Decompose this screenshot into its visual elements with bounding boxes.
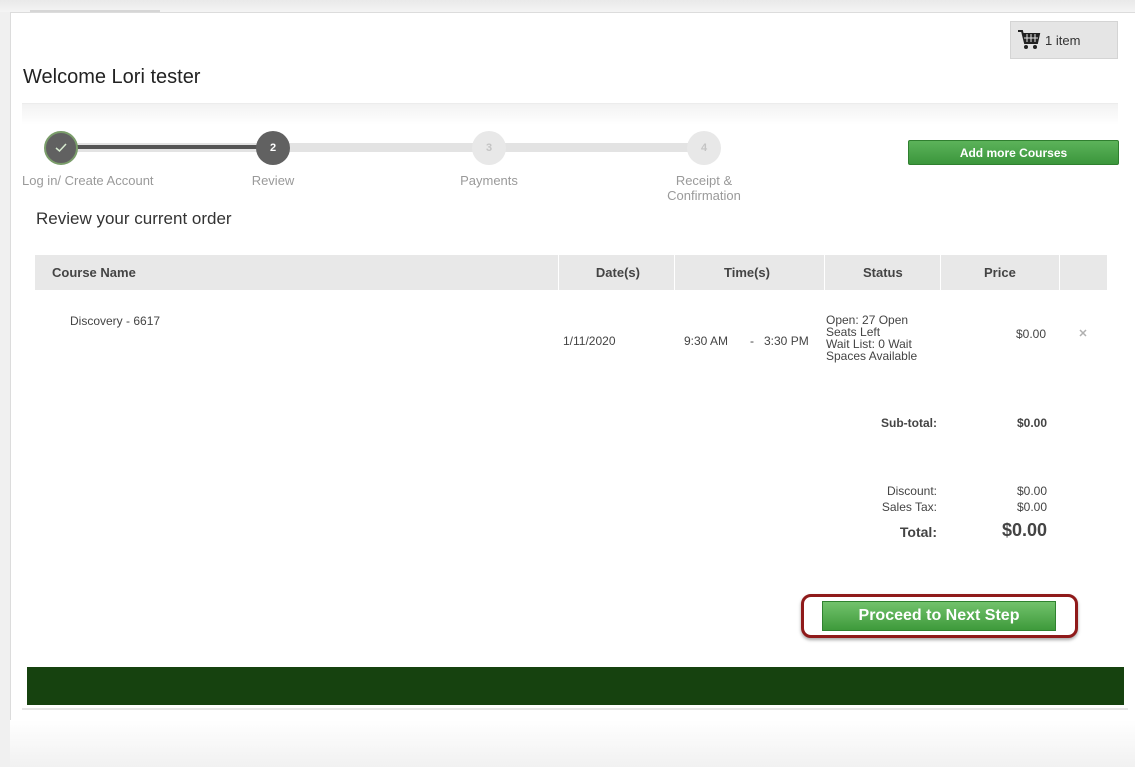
step-4-number: 4: [700, 142, 708, 154]
step-4-indicator: 4: [687, 131, 721, 165]
time-separator: -: [750, 334, 754, 348]
step-3-label: Payments: [460, 173, 518, 188]
remove-item-icon[interactable]: [1077, 327, 1089, 339]
header-times: Time(s): [724, 265, 770, 280]
welcome-message: Welcome Lori tester: [23, 66, 201, 88]
step-2-number: 2: [269, 142, 277, 154]
step-3-indicator: 3: [472, 131, 506, 165]
step-1-label: Log in/ Create Account: [22, 173, 154, 188]
browser-top-strip: [0, 0, 1135, 12]
course-name-cell: Discovery - 6617: [70, 314, 161, 328]
step-4-label: Receipt & Confirmation: [644, 173, 764, 203]
step-2-indicator: 2: [256, 131, 290, 165]
review-order-heading: Review your current order: [36, 209, 232, 228]
step-1-indicator: [44, 131, 78, 165]
header-status: Status: [863, 265, 903, 280]
stepper-progress-bar: [62, 145, 274, 149]
column-separator: [824, 255, 825, 290]
header-price: Price: [984, 265, 1016, 280]
column-separator: [558, 255, 559, 290]
step-2-label: Review: [251, 173, 295, 188]
add-more-courses-button[interactable]: Add more Courses: [908, 140, 1119, 165]
cart-button[interactable]: 1 item: [1010, 21, 1118, 59]
proceed-to-next-step-button[interactable]: Proceed to Next Step: [822, 601, 1056, 631]
status-cell: Open: 27 Open Seats Left Wait List: 0 Wa…: [826, 314, 936, 362]
header-band: [22, 103, 1118, 125]
sales-tax-label: Sales Tax:: [881, 500, 937, 514]
step-4-label-line1: Receipt &: [675, 173, 733, 188]
header-dates: Date(s): [595, 265, 640, 280]
cart-count-label: 1 item: [1045, 32, 1081, 48]
checkmark-icon: [55, 143, 67, 153]
date-cell: 1/11/2020: [563, 334, 616, 348]
header-course-name: Course Name: [52, 265, 136, 280]
total-label: Total:: [899, 524, 937, 540]
column-separator: [1059, 255, 1060, 290]
subtotal-value: $0.00: [1016, 416, 1047, 430]
time-start-cell: 9:30 AM: [684, 334, 729, 348]
discount-value: $0.00: [1016, 484, 1047, 498]
subtotal-label: Sub-total:: [881, 416, 937, 430]
step-4-label-line2: Confirmation: [667, 188, 741, 203]
discount-label: Discount:: [886, 484, 937, 498]
status-line: Spaces Available: [826, 349, 918, 363]
page-content-card: [10, 12, 1135, 767]
time-end-cell: 3:30 PM: [764, 334, 809, 348]
shopping-cart-icon: [1018, 30, 1041, 49]
step-3-number: 3: [485, 142, 493, 154]
footer-bar: [27, 667, 1124, 705]
page-bottom-area: [10, 720, 1135, 767]
price-cell: $0.00: [1015, 327, 1046, 341]
sales-tax-value: $0.00: [1016, 500, 1047, 514]
column-separator: [940, 255, 941, 290]
column-separator: [674, 255, 675, 290]
total-value: $0.00: [1001, 520, 1047, 540]
footer-divider: [22, 708, 1128, 710]
